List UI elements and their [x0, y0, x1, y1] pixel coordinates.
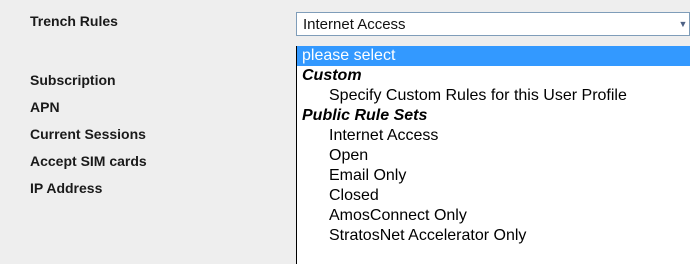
field-label-ip-address: IP Address [30, 180, 103, 196]
dropdown-group-label: Custom [302, 67, 362, 84]
field-label-accept-sim-cards: Accept SIM cards [30, 153, 147, 169]
dropdown-option[interactable]: Email Only [297, 166, 690, 186]
field-label-current-sessions: Current Sessions [30, 126, 146, 142]
dropdown-option[interactable]: StratosNet Accelerator Only [297, 226, 690, 246]
field-label-trench-rules: Trench Rules [30, 13, 118, 29]
dropdown-option[interactable]: Closed [297, 186, 690, 206]
dropdown-option[interactable]: Open [297, 146, 690, 166]
field-label-subscription: Subscription [30, 72, 116, 88]
dropdown-option[interactable]: Specify Custom Rules for this User Profi… [297, 86, 690, 106]
dropdown-option[interactable]: AmosConnect Only [297, 206, 690, 226]
chevron-down-icon[interactable]: ▼ [677, 13, 689, 35]
trench-rules-selected-value: Internet Access [303, 16, 406, 33]
dropdown-group-label: Public Rule Sets [302, 107, 428, 124]
trench-rules-dropdown-list[interactable]: please select Custom Specify Custom Rule… [296, 46, 690, 264]
trench-rules-select[interactable]: Internet Access ▼ [296, 12, 690, 36]
dropdown-option[interactable]: Internet Access [297, 126, 690, 146]
dropdown-option[interactable]: please select [297, 46, 690, 66]
field-label-apn: APN [30, 99, 60, 115]
